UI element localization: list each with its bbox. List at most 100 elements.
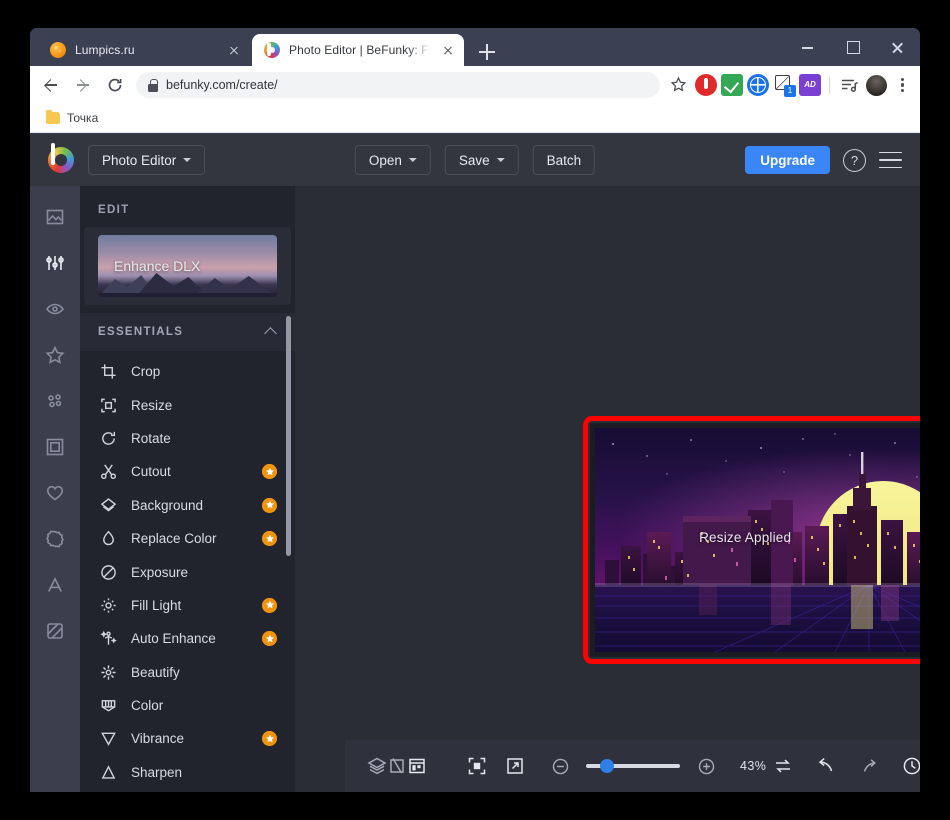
bookmark-tochka[interactable]: Точка	[40, 109, 104, 127]
globe-extension-icon[interactable]	[747, 74, 769, 96]
rail-item-eye-icon[interactable]	[30, 286, 80, 332]
canvas-area: Resize Applied 43%	[295, 186, 920, 792]
menu-item-replace-color[interactable]: Replace Color	[80, 522, 295, 555]
menu-item-crop[interactable]: Crop	[80, 355, 295, 388]
expand-icon[interactable]	[505, 749, 525, 783]
fill-light-icon	[100, 597, 117, 614]
rail-item-image-icon[interactable]	[30, 194, 80, 240]
extension-badge-count: 1	[784, 85, 796, 97]
redo-icon[interactable]	[852, 749, 886, 783]
new-tab-button[interactable]	[476, 41, 498, 63]
close-icon[interactable]	[226, 42, 242, 58]
mode-selector[interactable]: Photo Editor	[88, 145, 206, 175]
box-extension-icon[interactable]: 1	[773, 74, 796, 97]
befunky-logo[interactable]	[48, 143, 74, 173]
color-icon	[100, 697, 117, 714]
profile-avatar[interactable]	[866, 74, 887, 96]
rail-item-star-icon[interactable]	[30, 332, 80, 378]
rail-item-sliders-icon[interactable]	[30, 240, 80, 286]
save-button[interactable]: Save	[444, 145, 519, 175]
rail-item-texture-icon[interactable]	[30, 608, 80, 654]
help-icon[interactable]: ?	[843, 148, 866, 172]
menu-item-label: Fill Light	[131, 597, 182, 613]
auto-enhance-icon	[100, 630, 117, 647]
bottom-toolbar: 43%	[345, 740, 920, 792]
menu-item-label: Cutout	[131, 464, 171, 480]
rail-item-cluster-dots-icon[interactable]	[30, 378, 80, 424]
essentials-section-header[interactable]: ESSENTIALS	[80, 313, 295, 351]
tab-befunky[interactable]: Photo Editor | BeFunky: Free Onli	[252, 34, 464, 66]
droplet-icon	[100, 530, 117, 547]
menu-item-color[interactable]: Color	[80, 689, 295, 722]
forward-arrow-icon[interactable]	[68, 70, 98, 100]
zoom-slider-track[interactable]	[586, 759, 680, 774]
menu-item-vibrance[interactable]: Vibrance	[80, 722, 295, 755]
menu-item-fill-light[interactable]: Fill Light	[80, 589, 295, 622]
undo-icon[interactable]	[809, 749, 843, 783]
menu-item-auto-enhance[interactable]: Auto Enhance	[80, 622, 295, 655]
address-bar[interactable]: befunky.com/create/	[136, 72, 660, 98]
compare-swap-icon[interactable]	[766, 749, 800, 783]
exposure-icon	[100, 564, 117, 581]
panel-layout-icon[interactable]	[407, 749, 427, 783]
kebab-menu-icon[interactable]	[892, 74, 912, 96]
checkmark-extension-icon[interactable]	[721, 74, 743, 96]
befunky-icon	[264, 42, 280, 58]
ad-extension-icon[interactable]: AD	[799, 74, 821, 96]
layers-icon[interactable]	[367, 749, 387, 783]
close-icon[interactable]	[875, 28, 920, 66]
minimize-icon[interactable]	[785, 28, 830, 66]
enhance-dlx-card[interactable]: Enhance DLX	[98, 235, 277, 297]
crop-icon	[100, 363, 117, 380]
beautify-icon	[100, 664, 117, 681]
crop-tool-icon[interactable]	[387, 749, 407, 783]
window-controls	[785, 28, 920, 66]
rail-item-badge-sticker-icon[interactable]	[30, 516, 80, 562]
reload-icon[interactable]	[100, 70, 130, 100]
close-icon[interactable]	[440, 42, 456, 58]
tab-lumpics[interactable]: Lumpics.ru	[38, 34, 250, 66]
history-clock-icon[interactable]	[895, 749, 920, 783]
rail-item-text-a-icon[interactable]	[30, 562, 80, 608]
bookmarks-bar: Точка	[30, 104, 920, 133]
zoom-slider-group	[543, 749, 723, 783]
back-arrow-icon[interactable]	[36, 70, 66, 100]
menu-item-label: Resize	[131, 397, 173, 413]
menu-item-label: Vibrance	[131, 731, 185, 747]
app-header: Photo Editor Open Save Batch Upgrade ?	[30, 134, 920, 186]
rail-item-heart-icon[interactable]	[30, 470, 80, 516]
menu-item-exposure[interactable]: Exposure	[80, 555, 295, 588]
star-icon[interactable]	[666, 72, 692, 98]
open-button[interactable]: Open	[354, 145, 431, 175]
reading-list-icon[interactable]	[838, 74, 860, 96]
batch-label: Batch	[546, 152, 582, 168]
plus-icon[interactable]	[689, 749, 723, 783]
menu-item-beautify[interactable]: Beautify	[80, 656, 295, 689]
hamburger-menu-icon[interactable]	[879, 151, 902, 169]
fit-to-screen-icon[interactable]	[467, 749, 487, 783]
menu-item-label: Background	[131, 497, 204, 513]
bottom-right-actions	[766, 749, 920, 783]
menu-item-clarity[interactable]: Clarity	[80, 789, 295, 792]
tool-rail	[30, 186, 80, 792]
batch-button[interactable]: Batch	[532, 145, 596, 175]
tab-title: Lumpics.ru	[75, 43, 135, 57]
panel-scrollbar[interactable]	[286, 316, 291, 556]
menu-item-cutout[interactable]: Cutout	[80, 455, 295, 488]
menu-item-resize[interactable]: Resize	[80, 388, 295, 421]
menu-item-sharpen[interactable]: Sharpen	[80, 756, 295, 789]
pro-badge-icon	[262, 464, 277, 480]
edit-panel: EDIT Enhance DLX ESSENTIALS Crop Resize …	[80, 186, 295, 792]
minus-icon[interactable]	[543, 749, 577, 783]
adblock-icon[interactable]	[695, 74, 717, 96]
menu-item-label: Rotate	[131, 430, 171, 446]
zoom-slider-knob[interactable]	[600, 759, 614, 774]
menu-item-rotate[interactable]: Rotate	[80, 422, 295, 455]
upgrade-button[interactable]: Upgrade	[745, 146, 830, 174]
menu-item-background[interactable]: Background	[80, 489, 295, 522]
background-icon	[100, 497, 117, 514]
maximize-icon[interactable]	[830, 28, 875, 66]
chevron-up-icon	[264, 327, 277, 340]
rail-item-frame-icon[interactable]	[30, 424, 80, 470]
chevron-down-icon	[408, 158, 417, 162]
